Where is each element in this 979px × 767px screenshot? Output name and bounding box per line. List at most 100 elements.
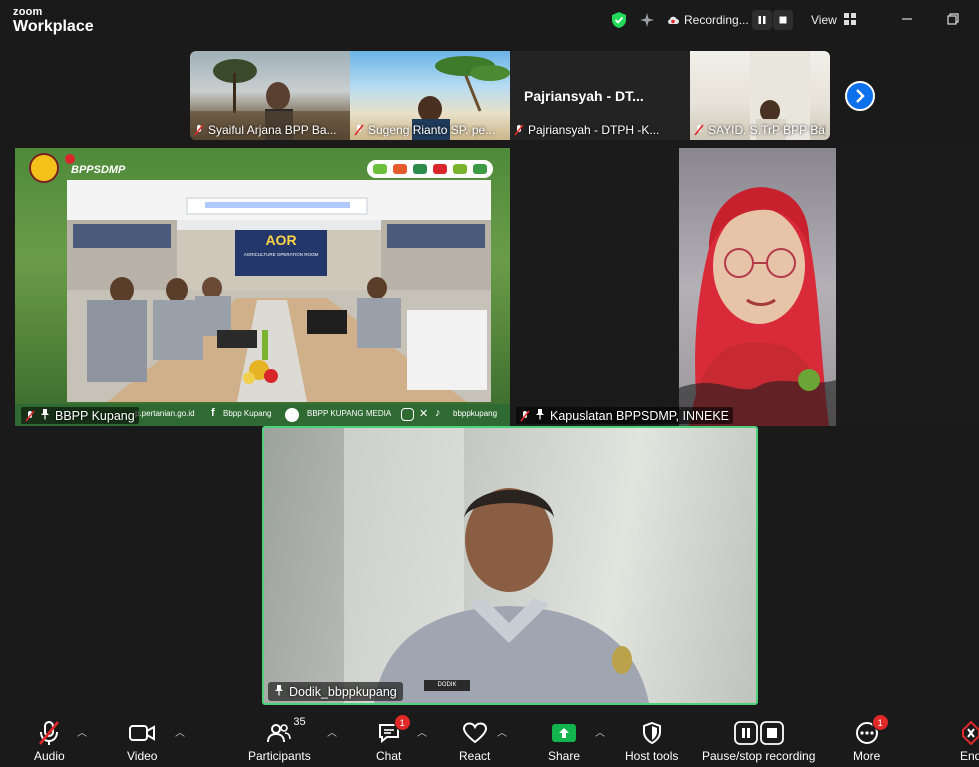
- tile-name: Kapuslatan BPPSDMP, INNEKE: [550, 408, 730, 423]
- view-button[interactable]: View: [811, 13, 837, 27]
- video-tile-kapuslatan[interactable]: Kapuslatan BPPSDMP, INNEKE: [510, 148, 979, 426]
- next-page-button[interactable]: [845, 81, 875, 111]
- ministry-emblem: [29, 153, 59, 183]
- participant-strip: Syaiful Arjana BPP Ba... Sugeng Rianto S…: [190, 51, 830, 140]
- sparkle-icon[interactable]: [638, 11, 656, 32]
- thumb-name: Syaiful Arjana BPP Ba...: [208, 123, 337, 137]
- thumb-name: Pajriansyah - DTPH -K...: [528, 123, 660, 137]
- chat-options-chevron-icon[interactable]: ︿: [417, 724, 427, 739]
- tiktok-icon: ♪: [435, 407, 441, 419]
- participants-button[interactable]: 35 Participants: [248, 716, 311, 763]
- minimize-button[interactable]: [899, 11, 915, 27]
- tile-name-tag: BBPP Kupang: [21, 407, 139, 424]
- grid-view-icon[interactable]: [844, 13, 856, 28]
- audio-label: Audio: [34, 749, 65, 763]
- thumb-label: Sugeng Rianto SP. pe...: [354, 123, 506, 137]
- pause-stop-recording-button[interactable]: Pause/stop recording: [702, 720, 815, 763]
- muted-mic-icon: [25, 410, 35, 422]
- participant-thumb[interactable]: SAYID. S.TrP BPP Bab...: [690, 51, 830, 140]
- participants-count: 35: [293, 716, 306, 728]
- muted-mic-icon: [694, 124, 704, 136]
- participants-options-chevron-icon[interactable]: ︿: [327, 724, 337, 739]
- thumb-label: SAYID. S.TrP BPP Bab...: [694, 123, 826, 137]
- recording-status: Recording...: [684, 13, 749, 27]
- muted-mic-icon: [37, 720, 61, 746]
- react-label: React: [459, 749, 491, 763]
- youtube-icon: [285, 408, 299, 422]
- muted-mic-icon: [520, 410, 530, 422]
- thumb-label: Syaiful Arjana BPP Ba...: [194, 123, 346, 137]
- instagram-icon: [401, 408, 414, 421]
- video-options-chevron-icon[interactable]: ︿: [175, 724, 185, 739]
- tile-name-tag: Dodik_bbppkupang: [268, 682, 403, 701]
- pin-icon: [40, 408, 50, 423]
- muted-mic-icon: [194, 124, 204, 136]
- participant-thumb[interactable]: Syaiful Arjana BPP Ba...: [190, 51, 350, 140]
- x-icon: ✕: [419, 408, 429, 420]
- participant-video: [344, 428, 649, 703]
- aor-banner-subtitle: AGRICULTURE OPERATION ROOM: [243, 252, 319, 257]
- end-button[interactable]: End: [960, 720, 979, 763]
- heart-icon: [462, 720, 488, 746]
- shield-check-icon[interactable]: [610, 11, 628, 32]
- tile-name-tag: Kapuslatan BPPSDMP, INNEKE: [516, 407, 734, 424]
- video-button[interactable]: Video: [127, 720, 157, 763]
- facebook-icon: f: [211, 407, 215, 419]
- title-bar: zoom Workplace Recording... View: [0, 0, 979, 42]
- host-tools-button[interactable]: Host tools: [625, 720, 678, 763]
- video-tile-bbpp-kupang[interactable]: BPPSDMP AOR AGRICULTURE OPERATION ROOM p…: [15, 148, 510, 426]
- thumb-card-title: Pajriansyah - DT...: [524, 88, 644, 104]
- name-badge: DODIK: [437, 682, 457, 688]
- more-icon: 1: [855, 714, 889, 746]
- participant-thumb[interactable]: Sugeng Rianto SP. pe...: [350, 51, 510, 140]
- share-button[interactable]: Share: [548, 720, 580, 763]
- camera-icon: [128, 720, 156, 746]
- bppsdmp-logo-text: BPPSDMP: [71, 164, 126, 176]
- react-options-chevron-icon[interactable]: ︿: [497, 724, 507, 739]
- chat-label: Chat: [376, 749, 402, 763]
- tile-name: Dodik_bbppkupang: [289, 684, 397, 699]
- logo-mark: [65, 154, 75, 164]
- brand-big: Workplace: [13, 18, 94, 35]
- footer-facebook: Bbpp Kupang: [223, 409, 272, 418]
- partner-logos: [367, 160, 493, 178]
- video-label: Video: [127, 749, 158, 763]
- participants-label: Participants: [248, 749, 311, 763]
- pause-stop-label: Pause/stop recording: [702, 749, 816, 763]
- pin-icon: [274, 684, 284, 699]
- more-button[interactable]: 1 More: [853, 714, 889, 763]
- meeting-room-photo: AOR AGRICULTURE OPERATION ROOM: [67, 180, 491, 402]
- pause-recording-button[interactable]: [752, 10, 772, 30]
- audio-options-chevron-icon[interactable]: ︿: [77, 724, 87, 739]
- share-screen-icon: [551, 720, 577, 746]
- audio-button[interactable]: Audio: [34, 720, 65, 763]
- video-tile-dodik[interactable]: DODIK Dodik_bbppkupang: [262, 426, 758, 705]
- shield-icon: [641, 720, 663, 746]
- thumb-name: SAYID. S.TrP BPP Bab...: [708, 123, 826, 137]
- participants-icon: 35: [267, 716, 306, 746]
- app-logo: zoom Workplace: [13, 7, 94, 35]
- recording-controls-icon: [733, 720, 784, 746]
- stop-recording-button[interactable]: [773, 10, 793, 30]
- aor-banner-title: AOR: [265, 232, 297, 248]
- host-tools-label: Host tools: [625, 749, 679, 763]
- tile-name: BBPP Kupang: [55, 408, 135, 423]
- chat-button[interactable]: 1 Chat: [376, 714, 411, 763]
- react-button[interactable]: React: [459, 720, 490, 763]
- participant-video: [679, 148, 836, 426]
- end-icon: [960, 720, 979, 746]
- muted-mic-icon: [514, 124, 524, 136]
- thumb-name: Sugeng Rianto SP. pe...: [368, 123, 496, 137]
- meeting-toolbar: Audio ︿ Video ︿ 35 Participants ︿ 1 Chat…: [0, 708, 979, 767]
- chevron-right-icon: [856, 89, 865, 103]
- more-label: More: [853, 749, 881, 763]
- participant-thumb[interactable]: Pajriansyah - DT... Pajriansyah - DTPH -…: [510, 51, 690, 140]
- footer-youtube: BBPP KUPANG MEDIA: [307, 409, 392, 418]
- share-options-chevron-icon[interactable]: ︿: [595, 724, 605, 739]
- restore-button[interactable]: [945, 11, 961, 27]
- chat-icon: 1: [377, 714, 411, 746]
- brand-small: zoom: [13, 6, 43, 18]
- muted-mic-icon: [354, 124, 364, 136]
- view-label: View: [811, 13, 837, 27]
- more-badge: 1: [871, 714, 889, 731]
